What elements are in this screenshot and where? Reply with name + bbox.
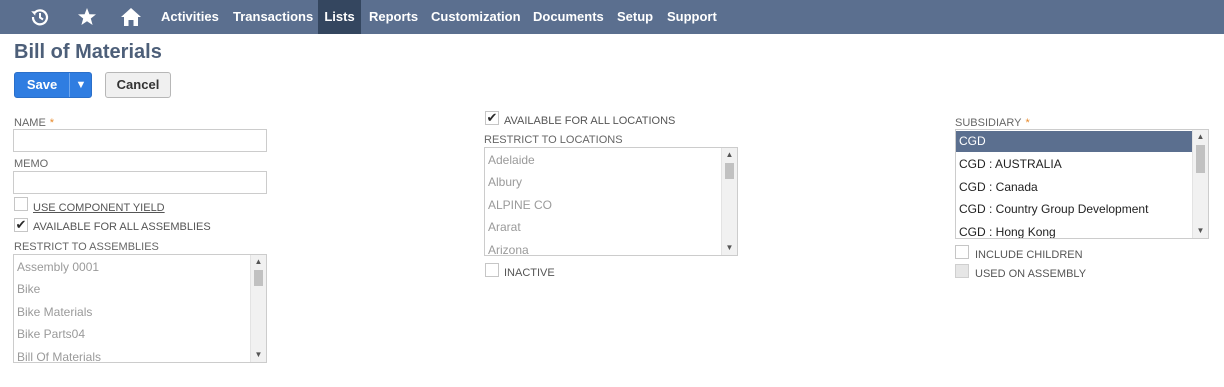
list-item[interactable]: Albury bbox=[488, 175, 522, 189]
include-children-checkbox[interactable] bbox=[955, 245, 969, 259]
scrollbar[interactable]: ▲ ▼ bbox=[721, 148, 737, 255]
used-on-assembly-label: USED ON ASSEMBLY bbox=[975, 268, 1087, 280]
list-item-selected[interactable]: CGD bbox=[956, 131, 1192, 152]
list-item[interactable]: Arizona bbox=[488, 243, 529, 255]
include-children-label: INCLUDE CHILDREN bbox=[975, 249, 1083, 261]
restrict-assemblies-listbox[interactable]: Assembly 0001 Bike Bike Materials Bike P… bbox=[13, 254, 267, 363]
list-item[interactable]: Bike Parts04 bbox=[17, 327, 85, 341]
nav-transactions[interactable]: Transactions bbox=[233, 0, 313, 34]
scroll-down-icon[interactable]: ▼ bbox=[251, 349, 266, 361]
cancel-button[interactable]: Cancel bbox=[105, 72, 171, 98]
subsidiary-label: SUBSIDIARY * bbox=[955, 117, 1030, 129]
inactive-checkbox[interactable] bbox=[485, 263, 499, 277]
use-component-yield-label[interactable]: USE COMPONENT YIELD bbox=[33, 202, 165, 214]
save-button[interactable]: Save ▼ bbox=[14, 72, 92, 98]
list-item[interactable]: CGD : Canada bbox=[959, 180, 1038, 194]
restrict-locations-listbox[interactable]: Adelaide Albury ALPINE CO Ararat Arizona… bbox=[484, 147, 738, 256]
scroll-down-icon[interactable]: ▼ bbox=[1193, 225, 1208, 237]
page-title: Bill of Materials bbox=[14, 41, 162, 63]
save-dropdown-arrow-icon[interactable]: ▼ bbox=[70, 73, 92, 97]
scroll-up-icon[interactable]: ▲ bbox=[722, 149, 737, 161]
list-item[interactable]: CGD : Hong Kong bbox=[959, 225, 1056, 238]
subsidiary-label-text: SUBSIDIARY bbox=[955, 117, 1022, 129]
star-icon[interactable] bbox=[71, 0, 103, 34]
scrollbar-thumb[interactable] bbox=[725, 163, 734, 179]
scrollbar-thumb[interactable] bbox=[254, 270, 263, 286]
nav-documents[interactable]: Documents bbox=[533, 0, 604, 34]
scrollbar[interactable]: ▲ ▼ bbox=[1192, 130, 1208, 238]
top-navigation-bar: Activities Transactions Lists Reports Cu… bbox=[0, 0, 1224, 34]
available-all-locations-checkbox[interactable]: ✔ bbox=[485, 111, 499, 125]
name-label-text: NAME bbox=[14, 117, 46, 129]
list-item[interactable]: CGD : AUSTRALIA bbox=[959, 157, 1062, 171]
list-item[interactable]: Assembly 0001 bbox=[17, 260, 99, 274]
list-item[interactable]: Ararat bbox=[488, 220, 521, 234]
recent-records-icon[interactable] bbox=[24, 0, 56, 34]
subsidiary-required-mark: * bbox=[1025, 117, 1030, 129]
memo-input[interactable] bbox=[13, 171, 267, 194]
available-all-assemblies-checkbox[interactable]: ✔ bbox=[14, 218, 28, 232]
available-all-locations-label: AVAILABLE FOR ALL LOCATIONS bbox=[504, 115, 676, 127]
list-item[interactable]: Bike bbox=[17, 282, 40, 296]
use-component-yield-checkbox[interactable] bbox=[14, 197, 28, 211]
nav-customization[interactable]: Customization bbox=[431, 0, 521, 34]
nav-activities[interactable]: Activities bbox=[161, 0, 219, 34]
subsidiary-listbox[interactable]: CGD CGD : AUSTRALIA CGD : Canada CGD : C… bbox=[955, 129, 1209, 239]
scrollbar-thumb[interactable] bbox=[1196, 145, 1205, 173]
nav-lists[interactable]: Lists bbox=[318, 0, 361, 34]
nav-reports[interactable]: Reports bbox=[369, 0, 418, 34]
restrict-assemblies-label: RESTRICT TO ASSEMBLIES bbox=[14, 241, 159, 253]
checkmark-icon: ✔ bbox=[15, 217, 27, 232]
save-button-label[interactable]: Save bbox=[15, 73, 69, 97]
inactive-label: INACTIVE bbox=[504, 267, 555, 279]
nav-support[interactable]: Support bbox=[667, 0, 717, 34]
available-all-assemblies-label: AVAILABLE FOR ALL ASSEMBLIES bbox=[33, 221, 211, 233]
used-on-assembly-checkbox bbox=[955, 264, 969, 278]
scrollbar[interactable]: ▲ ▼ bbox=[250, 255, 266, 362]
scroll-up-icon[interactable]: ▲ bbox=[1193, 131, 1208, 143]
scroll-down-icon[interactable]: ▼ bbox=[722, 242, 737, 254]
list-item[interactable]: ALPINE CO bbox=[488, 198, 552, 212]
name-required-mark: * bbox=[49, 117, 55, 129]
name-label: NAME * bbox=[14, 117, 54, 129]
home-icon[interactable] bbox=[115, 0, 147, 34]
name-input[interactable] bbox=[13, 129, 267, 152]
restrict-locations-label: RESTRICT TO LOCATIONS bbox=[484, 134, 623, 146]
list-item[interactable]: Adelaide bbox=[488, 153, 535, 167]
nav-setup[interactable]: Setup bbox=[617, 0, 653, 34]
list-item[interactable]: Bike Materials bbox=[17, 305, 92, 319]
list-item[interactable]: CGD : Country Group Development bbox=[959, 202, 1148, 216]
list-item[interactable]: Bill Of Materials bbox=[17, 350, 101, 362]
checkmark-icon: ✔ bbox=[486, 110, 498, 125]
scroll-up-icon[interactable]: ▲ bbox=[251, 256, 266, 268]
memo-label: MEMO bbox=[14, 158, 49, 170]
